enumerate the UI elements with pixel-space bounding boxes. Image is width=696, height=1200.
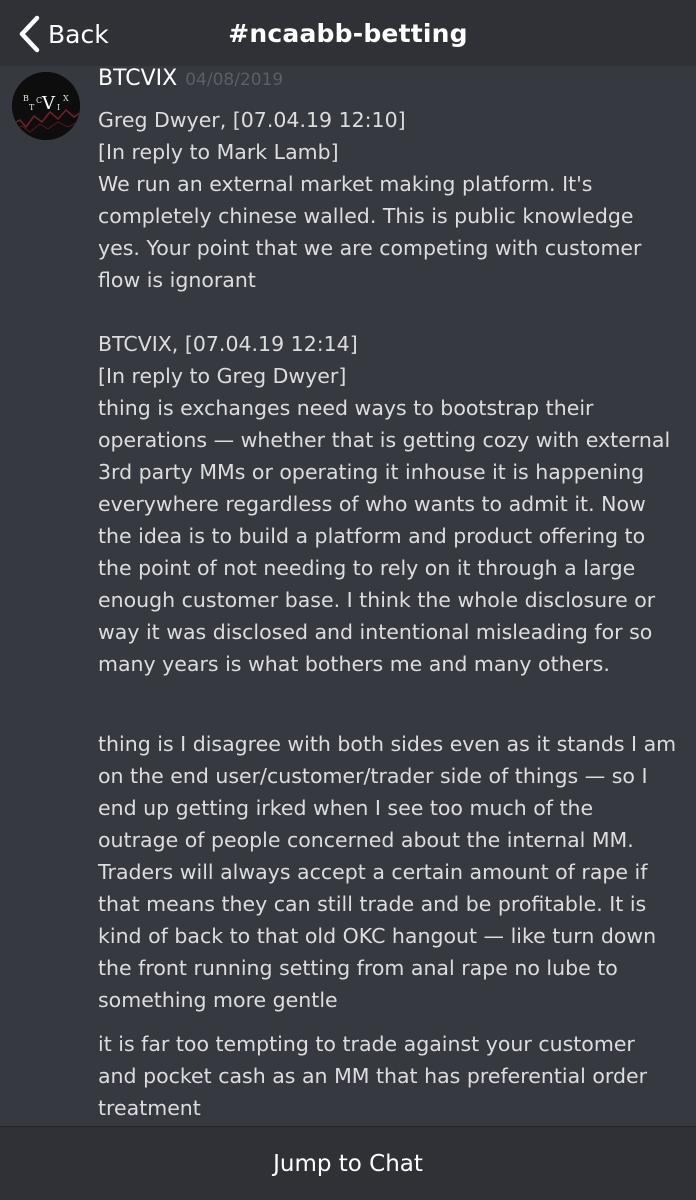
back-button[interactable]: Back bbox=[18, 14, 109, 54]
logo-letter-x: X bbox=[63, 94, 69, 103]
chevron-left-icon bbox=[19, 15, 40, 53]
message-header: BTCVIX 04/08/2019 bbox=[98, 66, 283, 96]
logo-letter-i: I bbox=[57, 103, 60, 112]
jump-to-chat-button[interactable]: Jump to Chat bbox=[273, 1151, 423, 1177]
footer-bar: Jump to Chat bbox=[0, 1126, 696, 1200]
message-text-1: Greg Dwyer, [07.04.19 12:10] [In reply t… bbox=[98, 108, 671, 676]
back-label: Back bbox=[48, 19, 109, 49]
logo-letter-t: T bbox=[29, 103, 35, 112]
channel-title: #ncaabb-betting bbox=[228, 18, 468, 48]
message-list[interactable]: B T C V I X BTCVIX 04/08/2019 Greg Dwyer… bbox=[0, 66, 696, 1126]
top-bar: Back #ncaabb-betting bbox=[0, 0, 696, 66]
message-text-3: it is far too tempting to trade against … bbox=[98, 1032, 648, 1120]
author-name[interactable]: BTCVIX bbox=[98, 66, 177, 91]
message-timestamp: 04/08/2019 bbox=[185, 70, 284, 90]
btcvix-logo-icon: B T C V I X bbox=[12, 72, 80, 140]
avatar[interactable]: B T C V I X bbox=[12, 72, 80, 140]
logo-letter-b: B bbox=[23, 94, 29, 103]
logo-letter-v: V bbox=[41, 93, 56, 114]
message-text-2: thing is I disagree with both sides even… bbox=[98, 732, 677, 1012]
